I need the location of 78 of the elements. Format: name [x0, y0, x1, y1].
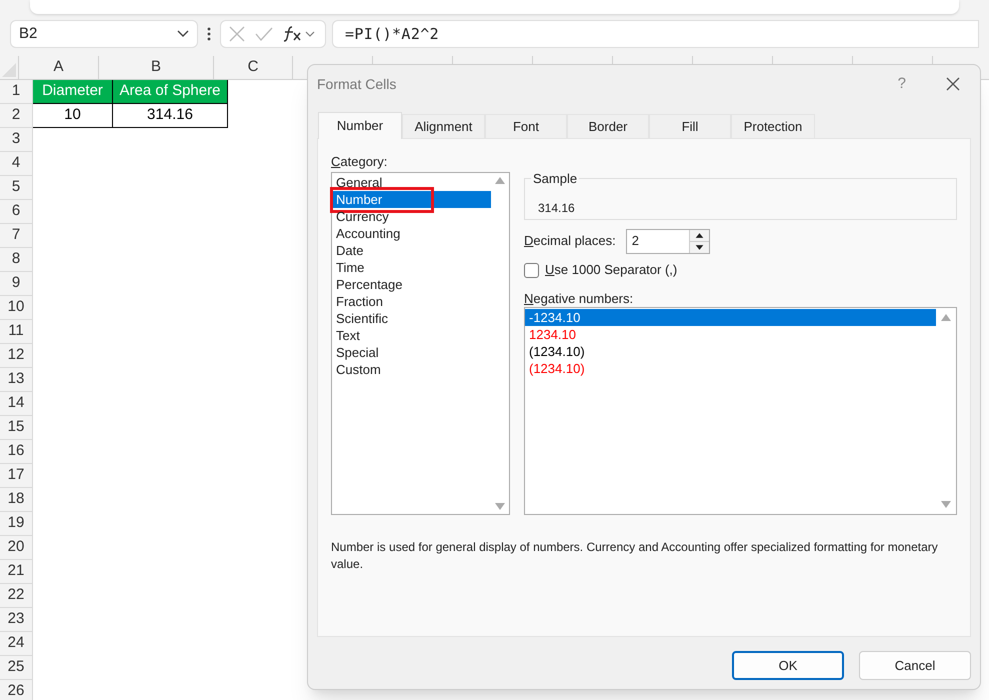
cancel-icon[interactable] — [229, 26, 245, 42]
category-list[interactable]: General Number Currency Accounting Date Time Percentage Fraction Scientific Text Special Custom — [331, 172, 510, 515]
row-header[interactable]: 3 — [0, 128, 33, 152]
row-header[interactable]: 7 — [0, 224, 33, 248]
decimal-places-label: Decimal places: — [524, 232, 616, 250]
scroll-up-icon[interactable] — [495, 177, 505, 184]
tab[interactable]: Number — [318, 112, 402, 139]
dialog-title: Format Cells — [317, 74, 396, 94]
row-header[interactable]: 9 — [0, 272, 33, 296]
scroll-down-icon[interactable] — [941, 501, 951, 508]
chevron-down-icon — [177, 30, 189, 38]
category-item[interactable]: Date — [332, 242, 491, 259]
row-header[interactable]: 10 — [0, 296, 33, 320]
check-icon[interactable] — [255, 27, 273, 41]
more-options-icon[interactable] — [206, 27, 212, 41]
category-item[interactable]: General — [332, 174, 491, 191]
row-header[interactable]: 18 — [0, 488, 33, 512]
category-item[interactable]: Text — [332, 327, 491, 344]
row-header[interactable]: 23 — [0, 608, 33, 632]
decimal-places-spinner[interactable]: 2 — [626, 228, 710, 254]
tab[interactable]: Protection — [731, 114, 815, 138]
category-item[interactable]: Special — [332, 344, 491, 361]
cancel-button[interactable]: Cancel — [859, 651, 971, 680]
tab[interactable]: Border — [567, 114, 649, 138]
category-label: Category: — [331, 153, 388, 171]
checkbox[interactable] — [524, 262, 539, 278]
category-item[interactable]: Accounting — [332, 225, 491, 242]
category-item[interactable]: Currency — [332, 208, 491, 225]
close-icon[interactable] — [946, 77, 960, 91]
scroll-up-icon[interactable] — [941, 314, 951, 321]
row-header[interactable]: 13 — [0, 368, 33, 392]
name-box[interactable]: B2 — [10, 20, 198, 48]
separator-label: Use 1000 Separator (,) — [545, 261, 678, 280]
row-header[interactable]: 26 — [0, 680, 33, 700]
negative-format-item[interactable]: (1234.10) — [525, 343, 936, 360]
negative-format-item[interactable]: -1234.10 — [525, 309, 936, 326]
scroll-down-icon[interactable] — [495, 503, 505, 510]
category-item[interactable]: Percentage — [332, 276, 491, 293]
row-header[interactable]: 6 — [0, 200, 33, 224]
table-cell: Diameter — [33, 80, 113, 104]
negative-format-item[interactable]: 1234.10 — [525, 326, 936, 343]
row-header[interactable]: 1 — [0, 80, 33, 104]
row-header[interactable]: 11 — [0, 320, 33, 344]
table-cell: 10 — [33, 104, 113, 128]
table-cell: Area of Sphere — [113, 80, 228, 104]
row-header[interactable]: 5 — [0, 176, 33, 200]
tab[interactable]: Alignment — [402, 114, 485, 138]
category-item[interactable]: Custom — [332, 361, 491, 378]
row-header[interactable]: 22 — [0, 584, 33, 608]
row-header[interactable]: 16 — [0, 440, 33, 464]
category-item[interactable]: Scientific — [332, 310, 491, 327]
table-cell: 314.16 — [113, 104, 228, 128]
row-header[interactable]: 25 — [0, 656, 33, 680]
category-item[interactable]: Number — [332, 191, 491, 208]
function-icon[interactable] — [283, 26, 315, 42]
category-item[interactable]: Time — [332, 259, 491, 276]
tab[interactable]: Fill — [649, 114, 731, 138]
category-item[interactable]: Fraction — [332, 293, 491, 310]
decrement-icon[interactable] — [690, 240, 709, 252]
row-header[interactable]: 4 — [0, 152, 33, 176]
description-text: Number is used for general display of numbers. Currency and Accounting offer specialized formatting for monetary value. — [330, 539, 939, 573]
row-header[interactable]: 8 — [0, 248, 33, 272]
ok-button[interactable]: OK — [732, 651, 844, 680]
row-header[interactable]: 20 — [0, 536, 33, 560]
sample-value: 314.16 — [538, 200, 575, 217]
row-header[interactable]: 19 — [0, 512, 33, 536]
row-header[interactable]: 17 — [0, 464, 33, 488]
negative-numbers-list[interactable]: -1234.10 1234.10 (1234.10) (1234.10) — [524, 307, 957, 515]
negative-format-item[interactable]: (1234.10) — [525, 360, 936, 377]
tab[interactable]: Font — [485, 114, 567, 138]
row-header[interactable]: 2 — [0, 104, 33, 128]
row-header[interactable]: 14 — [0, 392, 33, 416]
negative-numbers-label: Negative numbers: — [524, 290, 634, 307]
row-header[interactable]: 21 — [0, 560, 33, 584]
row-header[interactable]: 24 — [0, 632, 33, 656]
formula-field[interactable]: =PI()*A2^2 — [332, 20, 979, 48]
row-header[interactable]: 12 — [0, 344, 33, 368]
row-header[interactable]: 15 — [0, 416, 33, 440]
